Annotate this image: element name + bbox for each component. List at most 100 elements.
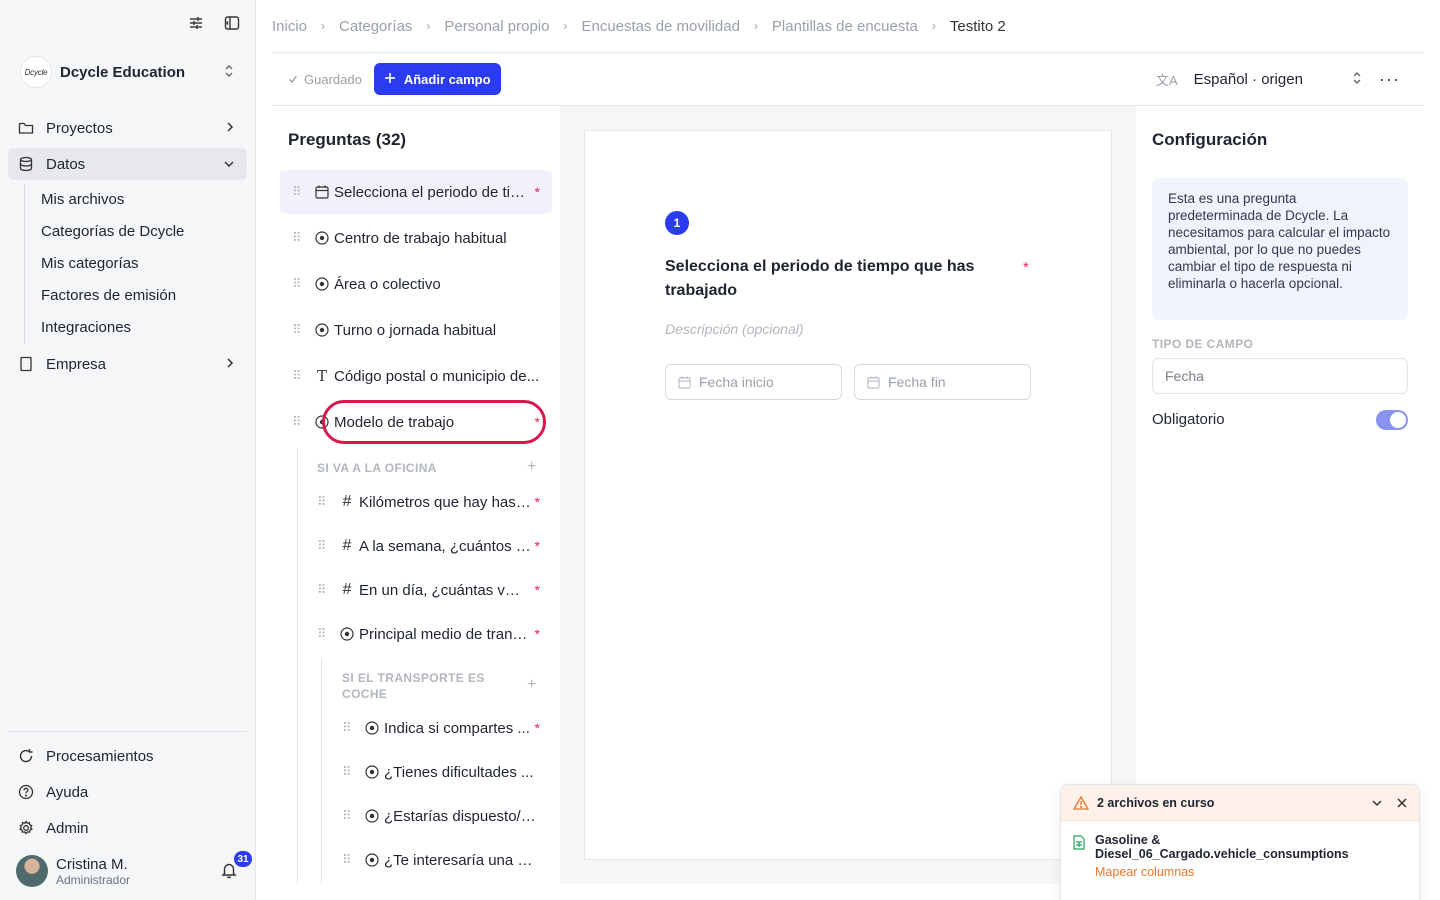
question-item[interactable]: ⠿ Principal medio de trans... * — [305, 612, 552, 656]
nav-item-datos[interactable]: Datos — [8, 148, 247, 180]
description-input[interactable]: Descripción (opcional) — [665, 321, 804, 337]
drag-handle-icon[interactable]: ⠿ — [342, 764, 354, 780]
help-icon — [18, 784, 34, 800]
nav-item-proyectos[interactable]: Proyectos — [8, 112, 247, 144]
question-item[interactable]: ⠿ # En un día, ¿cuántas vec... * — [305, 568, 552, 612]
breadcrumb-categorias[interactable]: Categorías — [339, 18, 412, 35]
question-card[interactable]: 1 Selecciona el periodo de tiempo que ha… — [584, 130, 1112, 860]
nav-item-procesamientos[interactable]: Procesamientos — [8, 740, 247, 772]
drag-handle-icon[interactable]: ⠿ — [317, 626, 329, 642]
question-item[interactable]: ⠿ Área o colectivo — [280, 262, 552, 306]
database-icon — [18, 156, 34, 172]
question-item[interactable]: ⠿ Selecciona el periodo de tie... * — [280, 170, 552, 214]
question-label: ¿Te interesaría una h... — [384, 851, 534, 869]
breadcrumb-plantillas[interactable]: Plantillas de encuesta — [772, 18, 918, 35]
drag-handle-icon[interactable]: ⠿ — [342, 852, 354, 868]
breadcrumb-inicio[interactable]: Inicio — [272, 18, 307, 35]
field-type-select[interactable]: Fecha — [1152, 358, 1408, 394]
drag-handle-icon[interactable]: ⠿ — [317, 538, 329, 554]
spreadsheet-file-icon — [1073, 835, 1085, 879]
chevron-down-icon[interactable] — [1371, 798, 1383, 808]
question-item[interactable]: ⠿ T Código postal o municipio de... — [280, 354, 552, 398]
user-role: Administrador — [56, 872, 131, 887]
question-label: Área o colectivo — [334, 275, 441, 293]
question-item[interactable]: ⠿ ¿Estarías dispuesto/a... — [330, 794, 552, 838]
required-toggle[interactable] — [1376, 410, 1408, 430]
subnav-item-integraciones[interactable]: Integraciones — [41, 312, 247, 344]
language-select[interactable]: 文A Español · origen — [1156, 53, 1363, 105]
drag-handle-icon[interactable]: ⠿ — [292, 368, 304, 384]
question-label: Kilómetros que hay hast... — [359, 493, 531, 511]
question-label: Selecciona el periodo de tie... — [334, 183, 530, 201]
question-label: A la semana, ¿cuántos d... — [359, 537, 531, 555]
question-label: Modelo de trabajo — [334, 413, 455, 431]
add-field-button[interactable]: Añadir campo — [373, 63, 501, 95]
drag-handle-icon[interactable]: ⠿ — [292, 276, 304, 292]
nav-item-ayuda[interactable]: Ayuda — [8, 776, 247, 808]
editor-toolbar: Guardado Añadir campo 文A Español · orige… — [272, 53, 1424, 105]
condition-group-label: SI VA A LA OFICINA — [317, 461, 437, 475]
drag-handle-icon[interactable]: ⠿ — [342, 720, 354, 736]
start-date-field[interactable]: Fecha inicio — [665, 364, 842, 400]
folder-icon — [18, 120, 34, 136]
subnav-item-categorias-dcycle[interactable]: Categorías de Dcycle — [41, 216, 247, 248]
more-options-icon[interactable]: ··· — [1379, 69, 1400, 90]
drag-handle-icon[interactable]: ⠿ — [292, 322, 304, 338]
question-item[interactable]: ⠿ Turno o jornada habitual — [280, 308, 552, 352]
breadcrumb-encuestas-movilidad[interactable]: Encuestas de movilidad — [581, 18, 739, 35]
question-item[interactable]: ⠿ Indica si compartes ... * — [330, 706, 552, 750]
breadcrumb: Inicio › Categorías › Personal propio › … — [272, 16, 1006, 36]
question-item[interactable]: ⠿ Centro de trabajo habitual — [280, 216, 552, 260]
breadcrumb-personal-propio[interactable]: Personal propio — [444, 18, 549, 35]
add-to-group-icon[interactable]: + — [527, 458, 536, 476]
required-marker: * — [534, 414, 540, 430]
subnav-item-mis-categorias[interactable]: Mis categorías — [41, 248, 247, 280]
drag-handle-icon[interactable]: ⠿ — [292, 230, 304, 246]
question-item[interactable]: ⠿ ¿Te interesaría una h... — [330, 838, 552, 882]
question-title-input[interactable]: Selecciona el periodo de tiempo que has … — [665, 255, 995, 303]
file-name: Gasoline & Diesel_06_Cargado.vehicle_con… — [1095, 833, 1349, 861]
nav-label: Proyectos — [46, 119, 113, 137]
drag-handle-icon[interactable]: ⠿ — [317, 494, 329, 510]
drag-handle-icon[interactable]: ⠿ — [317, 582, 329, 598]
question-label: Principal medio de trans... — [359, 625, 531, 643]
close-icon[interactable] — [1397, 797, 1407, 808]
drag-handle-icon[interactable]: ⠿ — [292, 414, 304, 430]
radio-icon — [364, 808, 380, 824]
calendar-icon — [867, 375, 880, 389]
gear-icon — [18, 820, 34, 836]
sliders-icon[interactable] — [187, 14, 205, 32]
chevron-updown-icon — [223, 64, 235, 81]
map-columns-link[interactable]: Mapear columnas — [1095, 865, 1407, 879]
question-label: ¿Tienes dificultades ... — [384, 763, 534, 781]
radio-icon — [314, 414, 330, 430]
calendar-icon — [678, 375, 691, 389]
start-date-placeholder: Fecha inicio — [699, 374, 774, 390]
nav-item-empresa[interactable]: Empresa — [8, 348, 247, 380]
nav-item-admin[interactable]: Admin — [8, 812, 247, 844]
add-to-group-icon[interactable]: + — [527, 676, 536, 694]
question-label: Turno o jornada habitual — [334, 321, 497, 339]
question-item[interactable]: ⠿ ¿Tienes dificultades ... — [330, 750, 552, 794]
question-item[interactable]: ⠿ Modelo de trabajo * — [280, 400, 552, 444]
question-item[interactable]: ⠿ # Kilómetros que hay hast... * — [305, 480, 552, 524]
field-type-value: Fecha — [1165, 368, 1204, 384]
radio-icon — [314, 322, 330, 338]
radio-icon — [339, 626, 355, 642]
configuration-panel: Configuración Esta es una pregunta prede… — [1136, 106, 1424, 884]
radio-icon — [314, 230, 330, 246]
subnav-item-factores-emision[interactable]: Factores de emisión — [41, 280, 247, 312]
subnav-item-mis-archivos[interactable]: Mis archivos — [41, 184, 247, 216]
org-switcher[interactable]: Dcycle Dcycle Education — [20, 56, 235, 88]
question-item[interactable]: ⠿ # A la semana, ¿cuántos d... * — [305, 524, 552, 568]
user-menu[interactable]: Cristina M. Administrador 31 — [16, 851, 252, 887]
end-date-field[interactable]: Fecha fin — [854, 364, 1031, 400]
bell-icon[interactable]: 31 — [220, 851, 252, 881]
drag-handle-icon[interactable]: ⠿ — [292, 184, 304, 200]
collapse-sidebar-icon[interactable] — [223, 14, 241, 32]
question-label: Centro de trabajo habitual — [334, 229, 507, 247]
end-date-placeholder: Fecha fin — [888, 374, 946, 390]
drag-handle-icon[interactable]: ⠿ — [342, 808, 354, 824]
nav-label: Admin — [46, 819, 89, 837]
radio-icon — [364, 764, 380, 780]
